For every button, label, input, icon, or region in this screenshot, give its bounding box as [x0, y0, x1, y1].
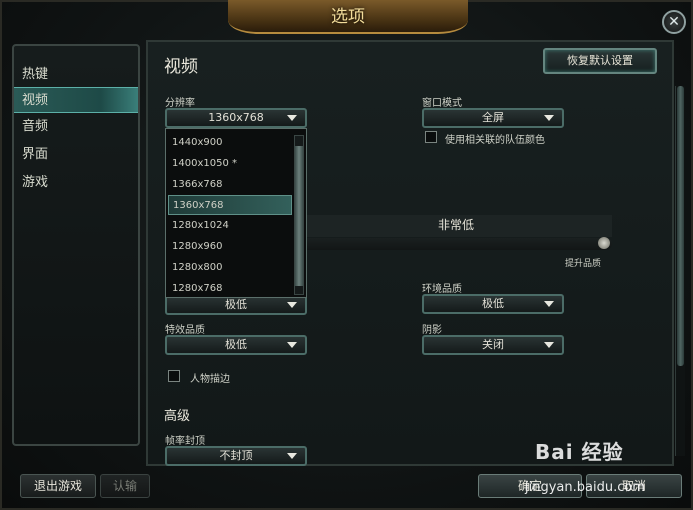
quality-slider[interactable]: [300, 238, 612, 250]
effects-quality-value: 极低: [225, 338, 247, 351]
window-title: 选项: [228, 0, 468, 34]
team-color-label: 使用相关联的队伍颜色: [445, 135, 545, 146]
environment-quality-dropdown[interactable]: 极低: [422, 294, 564, 314]
sidebar-item-hotkeys[interactable]: 热键: [14, 62, 138, 88]
chevron-down-icon: [287, 342, 297, 348]
advanced-title: 高级: [164, 409, 191, 424]
baidu-watermark: Bai 经验: [535, 440, 624, 464]
sidebar-item-audio[interactable]: 音频: [14, 114, 138, 140]
restore-defaults-button[interactable]: 恢复默认设置: [543, 48, 657, 74]
frame-cap-label: 帧率封顶: [165, 436, 205, 447]
frame-cap-dropdown[interactable]: 不封顶: [165, 446, 307, 466]
environment-quality-value: 极低: [482, 297, 504, 310]
raise-quality-hint: 提升品质: [565, 259, 602, 269]
sidebar-item-interface[interactable]: 界面: [14, 142, 138, 168]
sidebar-item-game[interactable]: 游戏: [14, 170, 138, 196]
list-item[interactable]: 1400x1050 *: [168, 154, 292, 174]
resolution-options-list: 1440x900 1400x1050 * 1366x768 1360x768 1…: [165, 128, 307, 298]
effects-quality-label: 特效品质: [165, 325, 205, 336]
chevron-down-icon: [544, 342, 554, 348]
list-item[interactable]: 1280x768: [168, 279, 292, 299]
chevron-down-icon: [544, 301, 554, 307]
list-item[interactable]: 1366x768: [168, 175, 292, 195]
effects-quality-dropdown[interactable]: 极低: [165, 335, 307, 355]
chevron-down-icon: [287, 302, 297, 308]
sidebar-item-video[interactable]: 视频: [14, 87, 138, 113]
team-color-checkbox[interactable]: [425, 131, 437, 143]
environment-quality-label: 环境品质: [422, 284, 462, 295]
close-button[interactable]: ✕: [662, 10, 686, 34]
frame-cap-value: 不封顶: [219, 449, 253, 462]
list-item-selected[interactable]: 1360x768: [168, 195, 292, 215]
exit-game-button[interactable]: 退出游戏: [20, 474, 96, 498]
resolution-label: 分辨率: [165, 98, 195, 109]
settings-scroll-thumb[interactable]: [677, 86, 684, 366]
quality-level-label: 非常低: [300, 215, 612, 237]
resolution-list-scrollbar[interactable]: [294, 135, 304, 295]
list-item[interactable]: 1280x960: [168, 237, 292, 257]
watermark-url: jingyan.baidu.com: [525, 480, 645, 495]
sidebar: 热键 视频 音频 界面 游戏: [12, 44, 140, 446]
outline-checkbox[interactable]: [168, 370, 180, 382]
window-mode-dropdown[interactable]: 全屏: [422, 108, 564, 128]
window-mode-value: 全屏: [482, 111, 504, 124]
resolution-value: 1360x768: [208, 111, 264, 124]
shadows-value: 关闭: [482, 338, 504, 351]
chevron-down-icon: [544, 115, 554, 121]
resolution-list-scroll-thumb[interactable]: [295, 146, 303, 286]
list-item[interactable]: 1440x900: [168, 133, 292, 153]
outline-label: 人物描边: [190, 374, 230, 385]
window-mode-label: 窗口模式: [422, 98, 462, 109]
shadows-dropdown[interactable]: 关闭: [422, 335, 564, 355]
close-icon: ✕: [668, 14, 680, 30]
list-item[interactable]: 1280x1024: [168, 216, 292, 236]
shadows-label: 阴影: [422, 325, 442, 336]
list-item[interactable]: 1280x800: [168, 258, 292, 278]
surrender-button[interactable]: 认输: [100, 474, 150, 498]
chevron-down-icon: [287, 115, 297, 121]
page-title: 视频: [164, 57, 198, 77]
character-quality-value: 极低: [225, 298, 247, 311]
settings-scrollbar[interactable]: [675, 86, 685, 456]
quality-slider-handle[interactable]: [598, 237, 610, 249]
resolution-dropdown[interactable]: 1360x768: [165, 108, 307, 128]
chevron-down-icon: [287, 453, 297, 459]
